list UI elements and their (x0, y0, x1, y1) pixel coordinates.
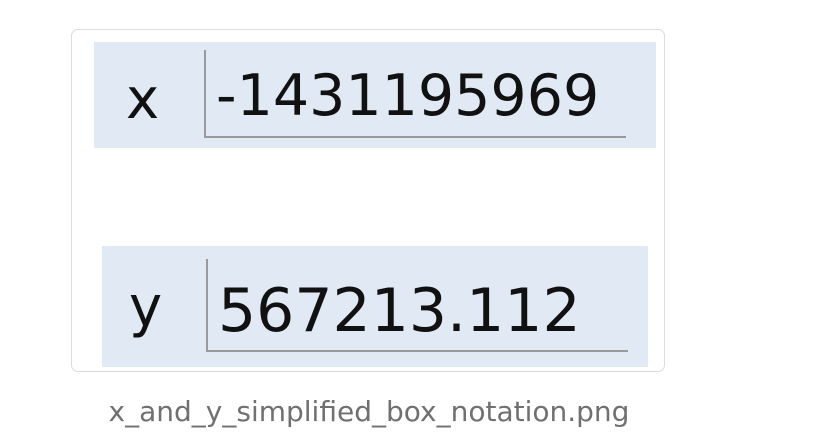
image-preview: x -1431195969 y 567213.112 x_and_y_simpl… (0, 0, 828, 438)
variable-value-x: -1431195969 (216, 63, 600, 129)
image-frame[interactable]: x -1431195969 y 567213.112 (71, 29, 665, 372)
variable-value-y: 567213.112 (218, 276, 581, 346)
image-caption: x_and_y_simplified_box_notation.png (108, 395, 630, 428)
variable-box-x: x -1431195969 (94, 42, 656, 148)
variable-name-y: y (129, 275, 163, 340)
variable-name-x: x (126, 67, 160, 132)
variable-value-field-x: -1431195969 (204, 50, 626, 138)
variable-box-y: y 567213.112 (102, 246, 648, 367)
variable-value-field-y: 567213.112 (206, 259, 628, 352)
